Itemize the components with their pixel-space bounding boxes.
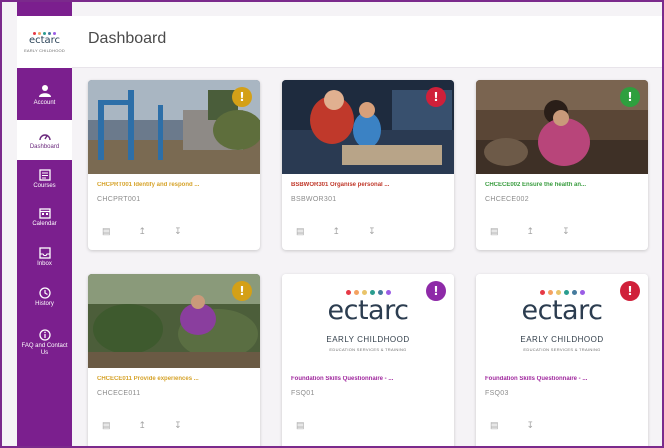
thumbs-up-icon[interactable]: ↥ xyxy=(527,226,535,236)
alert-badge[interactable]: ! xyxy=(232,87,252,107)
courses-icon xyxy=(38,168,51,181)
sidebar-item-history[interactable]: History xyxy=(17,280,72,314)
thumbs-up-icon[interactable]: ↥ xyxy=(139,226,147,236)
sidebar-item-calendar[interactable]: Calendar xyxy=(17,200,72,234)
logo-subtext: EARLY CHILDHOOD xyxy=(24,47,65,53)
course-card[interactable]: ectarc EARLY CHILDHOOD EDUCATION SERVICE… xyxy=(476,274,648,446)
course-title[interactable]: Foundation Skills Questionnaire - ... xyxy=(485,376,640,382)
logo-tagline: EARLY CHILDHOOD xyxy=(520,335,604,344)
document-icon[interactable]: ▤ xyxy=(296,420,305,430)
calendar-icon xyxy=(38,207,51,219)
course-title[interactable]: CHCPRT001 Identify and respond ... xyxy=(97,182,252,188)
alert-badge[interactable]: ! xyxy=(426,281,446,301)
brand-logo[interactable]: ectarc EARLY CHILDHOOD xyxy=(17,16,72,68)
page-header: Dashboard xyxy=(72,16,662,68)
card-actions: ▤ ↥ ↧ xyxy=(102,420,182,430)
logo-text: ectarc xyxy=(28,34,61,46)
course-code: FSQ01 xyxy=(291,390,315,397)
thumbs-up-icon[interactable]: ↥ xyxy=(333,226,341,236)
history-icon xyxy=(38,286,51,299)
sidebar-item-label: History xyxy=(35,300,54,307)
course-code: CHCECE002 xyxy=(485,196,529,203)
course-code: CHCPRT001 xyxy=(97,196,141,203)
logo-subtagline: EDUCATION SERVICES & TRAINING xyxy=(523,347,601,352)
ectarc-logo: ectarc EARLY CHILDHOOD EDUCATION SERVICE… xyxy=(476,274,648,368)
inbox-icon xyxy=(38,246,51,259)
thumbs-up-icon[interactable]: ↥ xyxy=(139,420,147,430)
course-card[interactable]: ! BSBWOR301 Organise personal ... BSBWOR… xyxy=(282,80,454,250)
document-icon[interactable]: ▤ xyxy=(296,226,305,236)
course-title[interactable]: CHCECE011 Provide experiences ... xyxy=(97,376,252,382)
course-card[interactable]: ectarc EARLY CHILDHOOD EDUCATION SERVICE… xyxy=(282,274,454,446)
card-actions: ▤ ↥ ↧ xyxy=(102,226,182,236)
card-actions: ▤ ↥ ↧ xyxy=(490,226,570,236)
thumbs-down-icon[interactable]: ↧ xyxy=(562,226,570,236)
alert-badge[interactable]: ! xyxy=(232,281,252,301)
sidebar-item-label: Account xyxy=(33,99,56,106)
card-actions: ▤ ↧ xyxy=(490,420,534,430)
sidebar-item-label: FAQ and Contact Us xyxy=(21,343,68,356)
course-card[interactable]: ! CHCECE011 Provide experiences ... CHCE… xyxy=(88,274,260,446)
card-actions: ▤ ↥ ↧ xyxy=(296,226,376,236)
garden-photo: ! xyxy=(88,274,260,368)
child-playing-photo: ! xyxy=(476,80,648,174)
thumbs-down-icon[interactable]: ↧ xyxy=(368,226,376,236)
course-code: BSBWOR301 xyxy=(291,196,337,203)
course-card[interactable]: ! CHCPRT001 Identify and respond ... CHC… xyxy=(88,80,260,250)
sidebar-item-inbox[interactable]: Inbox xyxy=(17,240,72,274)
thumbs-down-icon[interactable]: ↧ xyxy=(527,420,535,430)
document-icon[interactable]: ▤ xyxy=(102,420,111,430)
sidebar-item-label: Courses xyxy=(33,182,56,189)
sidebar-item-dashboard[interactable]: Dashboard xyxy=(17,120,72,160)
logo-subtagline: EDUCATION SERVICES & TRAINING xyxy=(329,347,407,352)
course-code: CHCECE011 xyxy=(97,390,141,397)
account-icon xyxy=(38,84,51,97)
dashboard-icon xyxy=(38,133,51,140)
ectarc-logo: ectarc EARLY CHILDHOOD EDUCATION SERVICE… xyxy=(282,274,454,368)
sidebar-item-label: Dashboard xyxy=(29,143,60,150)
thumbs-down-icon[interactable]: ↧ xyxy=(174,226,182,236)
page-title: Dashboard xyxy=(88,30,167,47)
course-title[interactable]: BSBWOR301 Organise personal ... xyxy=(291,182,446,188)
classroom-photo: ! xyxy=(282,80,454,174)
app-frame: ectarc EARLY CHILDHOOD Account Dashboard… xyxy=(0,0,664,448)
info-icon xyxy=(38,329,51,341)
card-actions: ▤ xyxy=(296,420,305,430)
course-card[interactable]: ! CHCECE002 Ensure the health an... CHCE… xyxy=(476,80,648,250)
sidebar-item-faq[interactable]: FAQ and Contact Us xyxy=(17,320,72,366)
alert-badge[interactable]: ! xyxy=(620,87,640,107)
alert-badge[interactable]: ! xyxy=(620,281,640,301)
thumbs-down-icon[interactable]: ↧ xyxy=(174,420,182,430)
playground-photo: ! xyxy=(88,80,260,174)
sidebar-item-label: Inbox xyxy=(37,260,52,267)
logo-wordmark: ectarc xyxy=(327,295,409,326)
sidebar-item-label: Calendar xyxy=(32,220,57,227)
document-icon[interactable]: ▤ xyxy=(102,226,111,236)
course-title[interactable]: Foundation Skills Questionnaire - ... xyxy=(291,376,446,382)
logo-wordmark: ectarc xyxy=(521,295,603,326)
document-icon[interactable]: ▤ xyxy=(490,226,499,236)
course-code: FSQ03 xyxy=(485,390,509,397)
alert-badge[interactable]: ! xyxy=(426,87,446,107)
logo-tagline: EARLY CHILDHOOD xyxy=(326,335,410,344)
course-title[interactable]: CHCECE002 Ensure the health an... xyxy=(485,182,640,188)
document-icon[interactable]: ▤ xyxy=(490,420,499,430)
sidebar-item-courses[interactable]: Courses xyxy=(17,162,72,196)
sidebar-item-account[interactable]: Account xyxy=(17,72,72,118)
